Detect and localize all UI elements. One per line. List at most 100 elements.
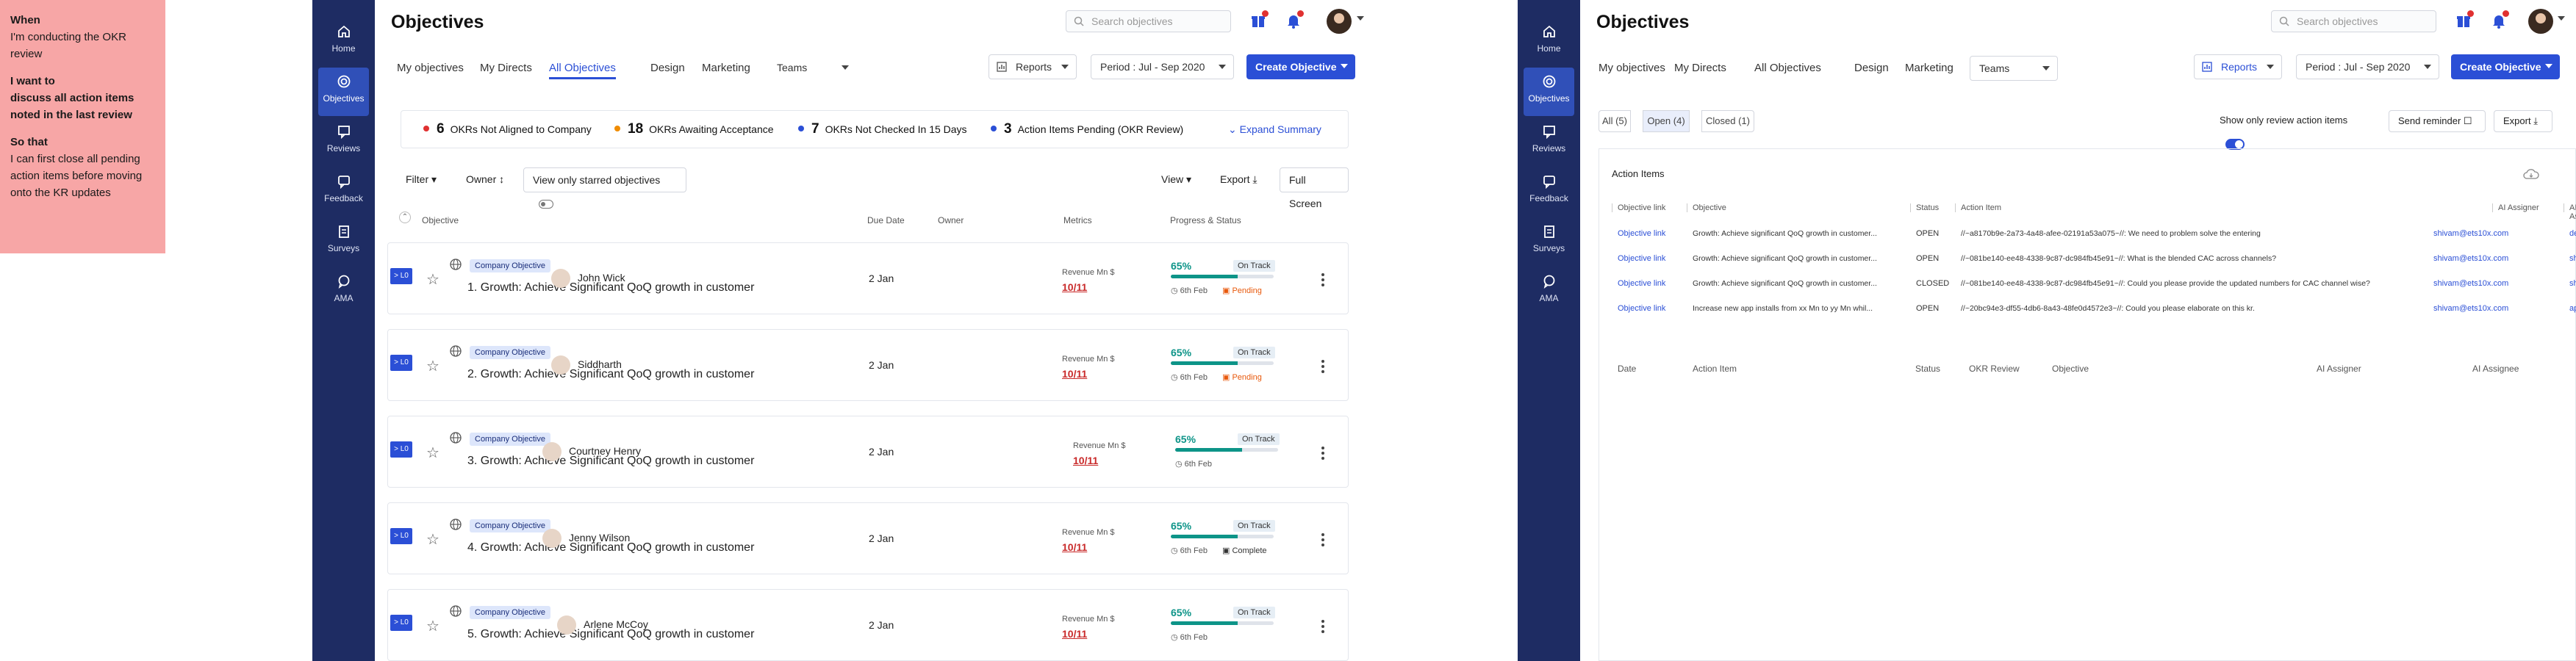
chevron-down-icon[interactable] (2558, 16, 2565, 21)
objective-link[interactable]: Objective link (1618, 229, 1665, 238)
ai-assigner-cell[interactable]: shivam@ets10x.com (2433, 279, 2508, 288)
tab-my-objectives[interactable]: My objectives (1599, 57, 1665, 79)
review-items-toggle[interactable]: Show only review action items (2211, 109, 2381, 151)
export-button[interactable]: Export ⤓ (2494, 110, 2552, 132)
column-separator[interactable] (2492, 203, 2493, 212)
objective-link[interactable]: Objective link (1618, 254, 1665, 263)
star-icon[interactable]: ☆ (426, 270, 440, 289)
objective-card[interactable]: > L0 ☆ Company Objective 1. Growth: Achieve… (387, 242, 1349, 314)
star-icon[interactable]: ☆ (426, 530, 440, 549)
star-icon[interactable]: ☆ (426, 617, 440, 635)
create-objective-button[interactable]: Create Objective (1246, 54, 1355, 79)
create-objective-button[interactable]: Create Objective (2451, 54, 2560, 79)
nav-home[interactable]: Home (318, 18, 369, 66)
objective-card[interactable]: > L0 ☆ Company Objective 3. Growth: Achieve… (387, 416, 1349, 488)
ai-assignee-cell[interactable]: deepak (2569, 229, 2576, 238)
period-dropdown[interactable]: Period : Jul - Sep 2020 (2296, 54, 2439, 79)
gift-icon[interactable] (2455, 10, 2474, 29)
bell-icon[interactable] (1285, 10, 1304, 29)
tab-marketing[interactable]: Marketing (1905, 57, 1953, 79)
level-badge[interactable]: > L0 (390, 441, 412, 458)
nav-home[interactable]: Home (1524, 18, 1574, 66)
nav-surveys[interactable]: Surveys (1524, 217, 1574, 266)
objective-card[interactable]: > L0 ☆ Company Objective 2. Growth: Achieve… (387, 329, 1349, 401)
filter-closed[interactable]: Closed (1) (1701, 110, 1754, 132)
nav-objectives[interactable]: Objectives (318, 68, 369, 116)
star-icon[interactable]: ☆ (426, 444, 440, 462)
level-badge[interactable]: > L0 (390, 528, 412, 544)
ai-assignee-cell[interactable]: shanta (2569, 279, 2576, 288)
nav-ama[interactable]: AMA (318, 267, 369, 316)
more-options-icon[interactable] (1321, 358, 1324, 375)
level-badge[interactable]: > L0 (390, 268, 412, 284)
expand-summary-button[interactable]: ⌄ Expand Summary (1228, 111, 1321, 148)
owner[interactable]: Jenny Wilson (542, 527, 630, 549)
cloud-download-icon[interactable] (2523, 168, 2539, 180)
avatar[interactable] (1327, 9, 1352, 34)
owner[interactable]: Arlene McCoy (557, 613, 648, 635)
summary-item[interactable]: 6 OKRs Not Aligned to Company (423, 111, 592, 148)
search-input[interactable]: Search objectives (2271, 10, 2436, 32)
collapse-all-icon[interactable]: ⌃ (399, 212, 411, 223)
reports-dropdown[interactable]: Reports (989, 54, 1077, 79)
search-input[interactable]: Search objectives (1066, 10, 1231, 32)
owner[interactable]: Siddharth (551, 353, 622, 375)
nav-surveys[interactable]: Surveys (318, 217, 369, 266)
gift-icon[interactable] (1249, 10, 1269, 29)
metric-value[interactable]: 10/11 (1062, 368, 1087, 380)
teams-dropdown[interactable]: Teams (1970, 56, 2058, 81)
teams-dropdown[interactable]: Teams (768, 56, 856, 81)
toggle-switch[interactable] (539, 200, 553, 209)
send-reminder-button[interactable]: Send reminder ☐ (2389, 110, 2486, 132)
tab-my-objectives[interactable]: My objectives (397, 57, 464, 79)
objective-link[interactable]: Objective link (1618, 304, 1665, 313)
metric-value[interactable]: 10/11 (1073, 455, 1098, 466)
ai-assigner-cell[interactable]: shivam@ets10x.com (2433, 254, 2508, 263)
chevron-down-icon[interactable] (1357, 16, 1364, 21)
ai-assigner-cell[interactable]: shivam@ets10x.com (2433, 229, 2508, 238)
metric-value[interactable]: 10/11 (1062, 541, 1087, 553)
tab-all-objectives[interactable]: All Objectives (549, 57, 616, 79)
avatar[interactable] (2528, 9, 2553, 34)
reports-dropdown[interactable]: Reports (2194, 54, 2282, 79)
more-options-icon[interactable] (1321, 618, 1324, 635)
ai-assigner-cell[interactable]: shivam@ets10x.com (2433, 304, 2508, 313)
tab-my-directs[interactable]: My Directs (1674, 57, 1726, 79)
export-button[interactable]: Export ⤓ (1211, 167, 1270, 192)
ai-assignee-cell[interactable]: shanta (2569, 254, 2576, 263)
summary-item[interactable]: 18 OKRs Awaiting Acceptance (614, 111, 774, 148)
owner[interactable]: John Wick (551, 267, 625, 289)
star-icon[interactable]: ☆ (426, 357, 440, 375)
starred-toggle[interactable]: View only starred objectives (523, 167, 686, 209)
view-dropdown[interactable]: View ▾ (1152, 167, 1204, 192)
nav-objectives[interactable]: Objectives (1524, 68, 1574, 116)
level-badge[interactable]: > L0 (390, 355, 412, 371)
column-separator[interactable] (1955, 203, 1956, 212)
nav-ama[interactable]: AMA (1524, 267, 1574, 316)
more-options-icon[interactable] (1321, 531, 1324, 549)
objective-card[interactable]: > L0 ☆ Company Objective 5. Growth: Achieve… (387, 589, 1349, 661)
more-options-icon[interactable] (1321, 271, 1324, 289)
objective-link[interactable]: Objective link (1618, 279, 1665, 288)
objective-card[interactable]: > L0 ☆ Company Objective 4. Growth: Achieve… (387, 502, 1349, 574)
level-badge[interactable]: > L0 (390, 615, 412, 631)
owner[interactable]: Courtney Henry (542, 440, 641, 462)
summary-item[interactable]: 7 OKRs Not Checked In 15 Days (798, 111, 967, 148)
nav-reviews[interactable]: Reviews (1524, 118, 1574, 166)
nav-reviews[interactable]: Reviews (318, 118, 369, 166)
ai-assignee-cell[interactable]: apurva (2569, 304, 2576, 313)
metric-value[interactable]: 10/11 (1062, 628, 1087, 640)
nav-feedback[interactable]: Feedback (1524, 167, 1574, 216)
owner-sort[interactable]: Owner ↕ (457, 167, 516, 192)
column-separator[interactable] (1910, 203, 1911, 212)
tab-all-objectives[interactable]: All Objectives (1754, 57, 1821, 79)
full-screen-button[interactable]: Full Screen (1280, 167, 1349, 209)
tab-design[interactable]: Design (650, 57, 685, 79)
tab-design[interactable]: Design (1854, 57, 1889, 79)
period-dropdown[interactable]: Period : Jul - Sep 2020 (1091, 54, 1234, 79)
nav-feedback[interactable]: Feedback (318, 167, 369, 216)
bell-icon[interactable] (2490, 10, 2509, 29)
filter-all[interactable]: All (5) (1599, 110, 1631, 132)
tab-my-directs[interactable]: My Directs (480, 57, 532, 79)
filter-open[interactable]: Open (4) (1643, 110, 1690, 132)
